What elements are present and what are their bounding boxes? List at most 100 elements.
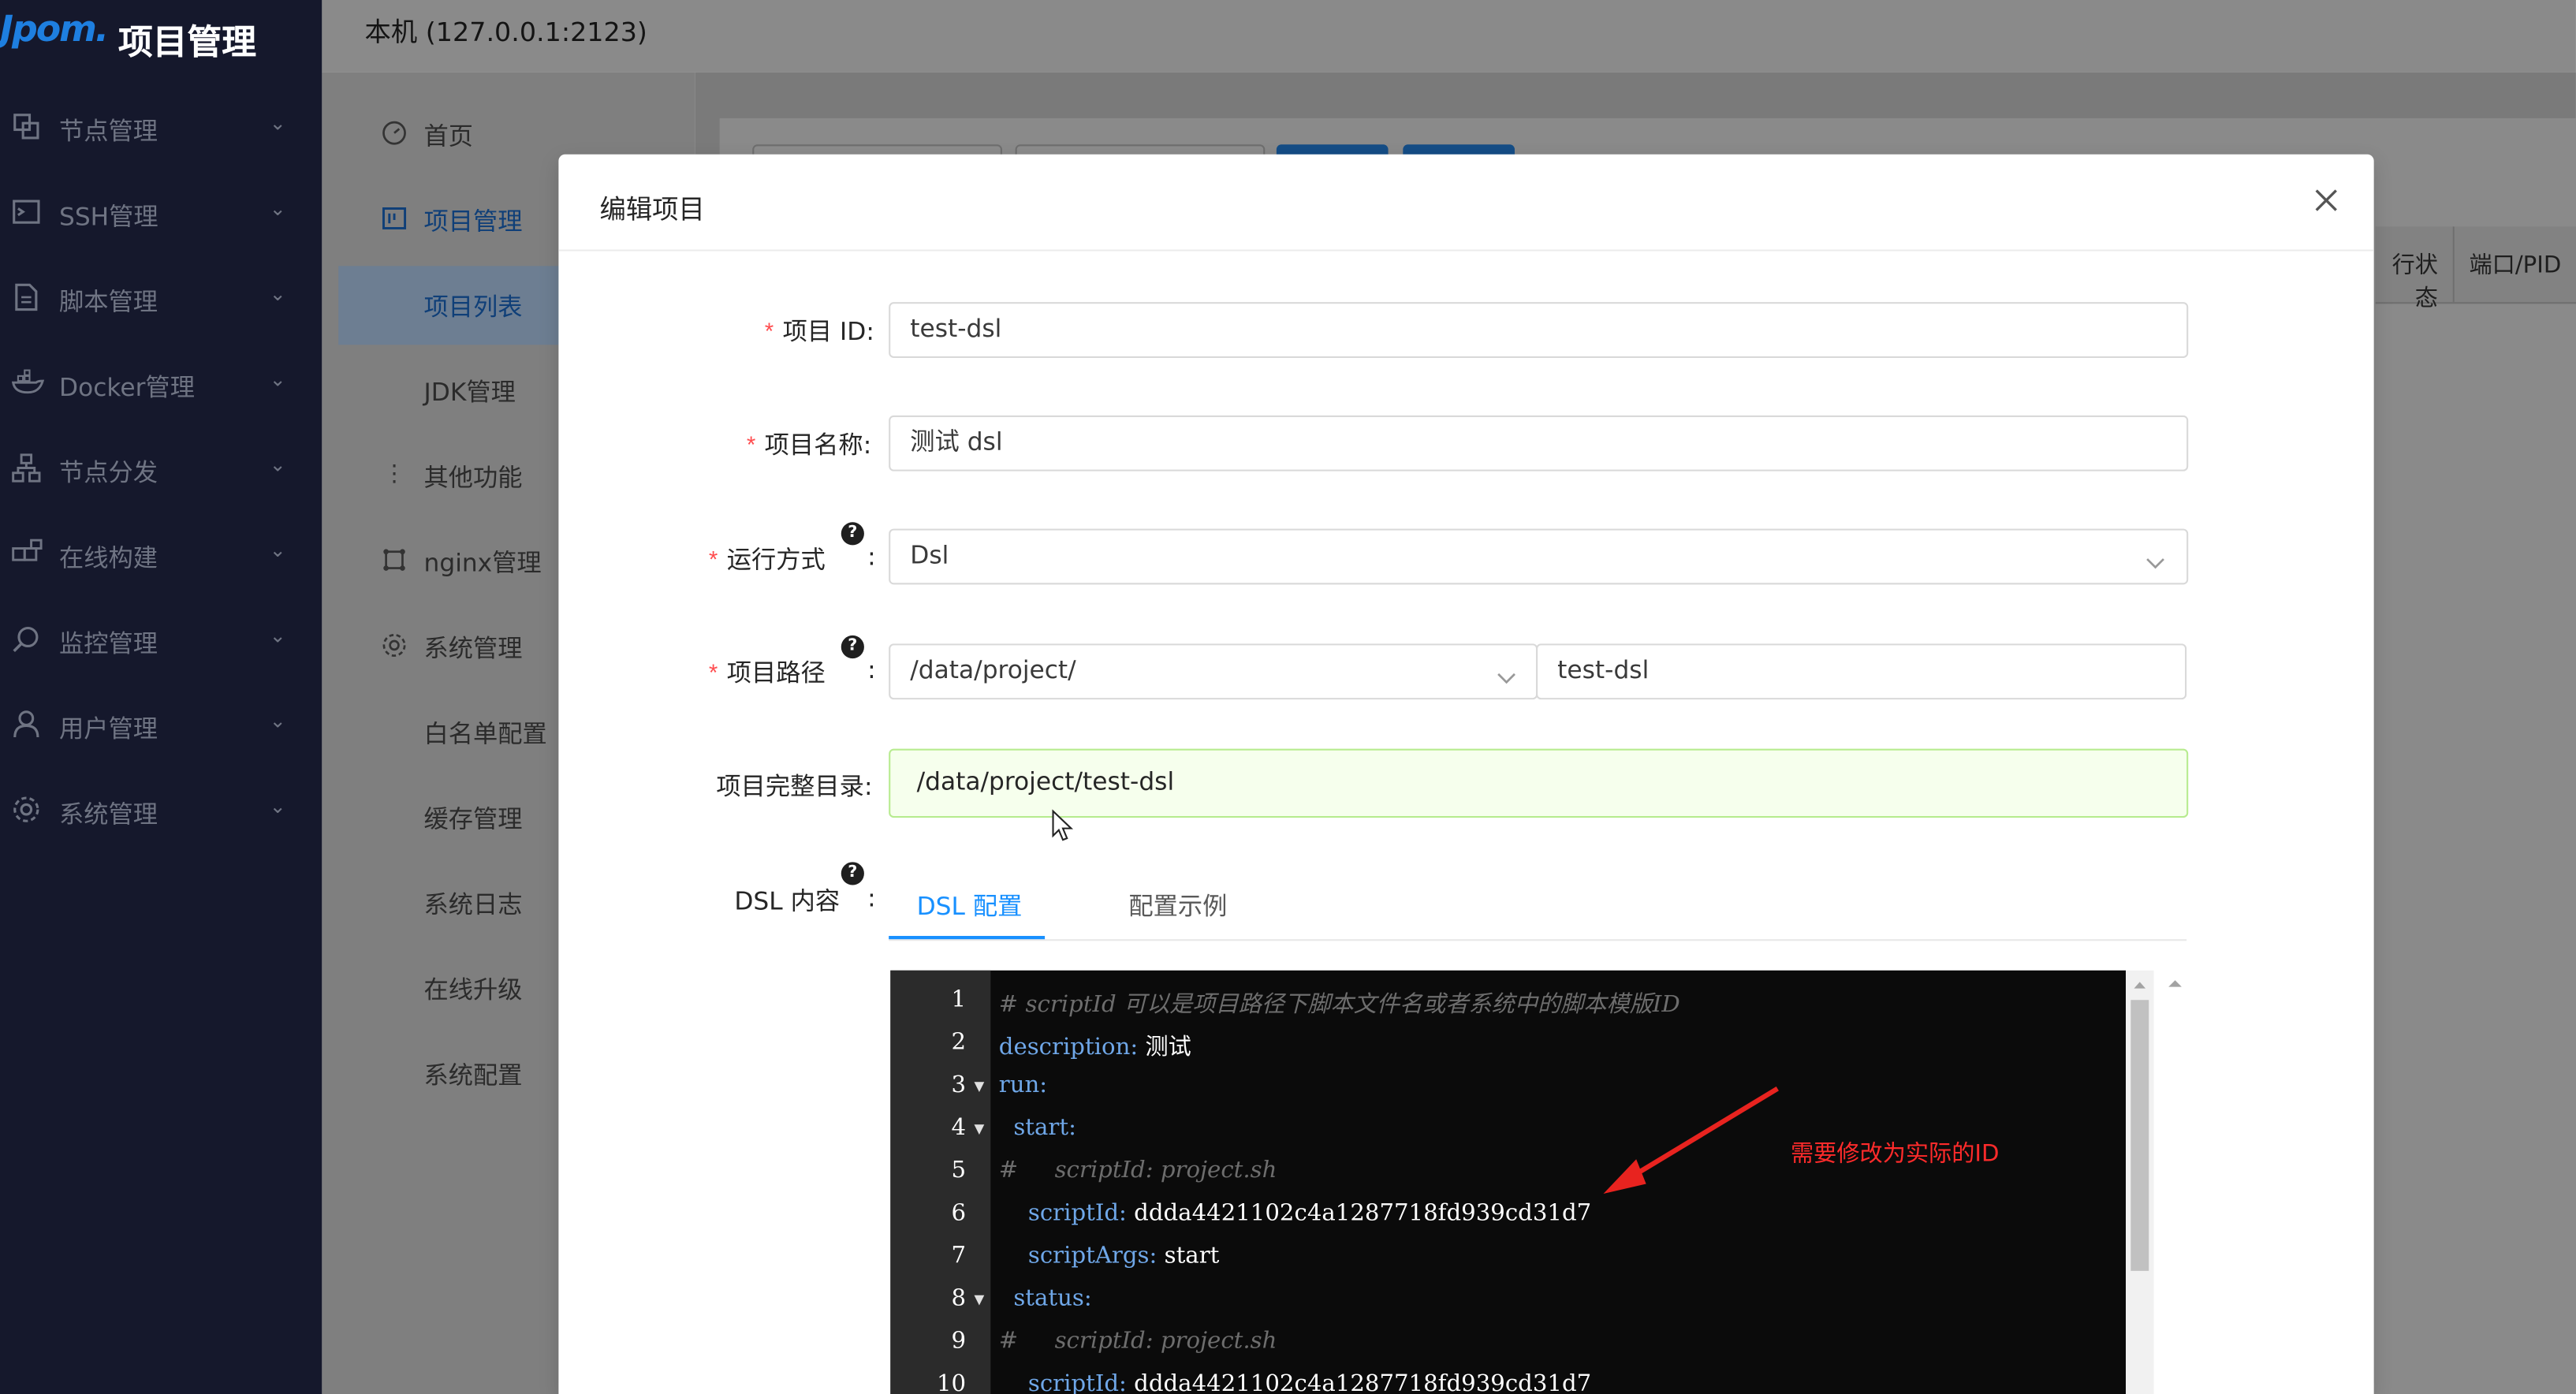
project-id-label: * 项目 ID: — [762, 314, 874, 348]
code-comment: # scriptId: project.sh — [998, 1157, 1277, 1184]
code-line: status: — [1013, 1285, 1092, 1312]
required-mark: * — [706, 663, 721, 690]
apartment-icon — [12, 453, 42, 483]
sidebar-item-label: 脚本管理 — [59, 287, 158, 317]
submenu-item-label: JDK管理 — [423, 377, 516, 408]
line-number: 3 — [951, 1072, 967, 1099]
dsl-content-label: DSL 内容 — [734, 886, 841, 917]
sidebar-item-system[interactable]: 系统管理 ⌄ — [0, 772, 322, 857]
full-dir-display: /data/project/test-dsl — [889, 748, 2189, 818]
label-colon: : — [867, 542, 876, 572]
submenu-item-label: nginx管理 — [423, 548, 542, 579]
required-mark: * — [762, 322, 777, 348]
full-dir-label: 项目完整目录: — [716, 769, 872, 803]
line-number: 7 — [951, 1243, 967, 1269]
column-divider — [2452, 226, 2455, 303]
dashboard-icon — [381, 120, 407, 146]
table-header-port: 端口/PID — [2469, 252, 2562, 280]
code-value: ddda4421102c4a1287718fd939cd31d7 — [1134, 1370, 1592, 1394]
chevron-down-icon: ⌄ — [269, 453, 286, 476]
run-mode-select[interactable]: Dsl — [889, 528, 2189, 585]
chevron-down-icon: ⌄ — [269, 794, 286, 818]
code-value: ddda4421102c4a1287718fd939cd31d7 — [1134, 1200, 1592, 1227]
line-number: 4 — [951, 1115, 967, 1142]
project-root-select[interactable]: /data/project/ — [889, 643, 1538, 700]
submenu-item-label: 系统管理 — [423, 633, 523, 664]
fold-arrow-icon[interactable]: ▼ — [975, 1292, 985, 1307]
submenu-item-label: 缓存管理 — [423, 804, 523, 834]
run-mode-value: Dsl — [910, 540, 949, 570]
submenu-item-label: 系统日志 — [423, 889, 523, 920]
required-mark: * — [706, 550, 721, 576]
sidebar-item-label: 在线构建 — [59, 543, 158, 573]
gear-icon — [381, 632, 407, 658]
sidebar-item-distribute[interactable]: 节点分发 ⌄ — [0, 430, 322, 516]
sidebar-item-node[interactable]: 节点管理 ⌄ — [0, 88, 322, 173]
fold-arrow-icon[interactable]: ▼ — [975, 1121, 985, 1136]
mouse-cursor-icon — [1052, 809, 1074, 841]
close-icon[interactable] — [2309, 184, 2343, 217]
monitor-icon — [12, 624, 42, 653]
app-logo[interactable]: Jpom. 项目管理 — [0, 0, 322, 79]
annotation-text: 需要修改为实际的ID — [1791, 1141, 2000, 1168]
sidebar-item-script[interactable]: 脚本管理 ⌄ — [0, 259, 322, 345]
sidebar-item-label: 节点管理 — [59, 116, 158, 147]
code-line: scriptArgs: start — [1027, 1243, 1220, 1269]
code-line: # scriptId 可以是项目路径下脚本文件名或者系统中的脚本模版ID — [999, 987, 1680, 1020]
sidebar-item-monitor[interactable]: 监控管理 ⌄ — [0, 601, 322, 686]
code-key: start — [1013, 1115, 1069, 1142]
edit-project-modal: 编辑项目 * 项目 ID: test-dsl * 项目名称: 测试 dsl * 运行方… — [558, 154, 2374, 1394]
code-key: scriptId — [1027, 1200, 1120, 1227]
project-dir-input[interactable]: test-dsl — [1536, 643, 2187, 700]
project-name-label: * 项目名称: — [744, 427, 872, 462]
sidebar-item-label: Docker管理 — [59, 372, 195, 403]
line-number: 8 — [951, 1285, 967, 1312]
code-comment: # scriptId: project.sh — [998, 1328, 1277, 1355]
code-key: run — [998, 1072, 1040, 1099]
sidebar-item-docker[interactable]: Docker管理 ⌄ — [0, 345, 322, 430]
chevron-down-icon — [2145, 549, 2165, 569]
label-colon: : — [863, 430, 872, 460]
scrollbar-thumb[interactable] — [2131, 1000, 2149, 1271]
modal-header — [558, 155, 2374, 252]
line-number: 9 — [951, 1328, 967, 1355]
docker-icon — [11, 367, 45, 397]
sidebar-item-user[interactable]: 用户管理 ⌄ — [0, 686, 322, 771]
sidebar-item-build[interactable]: 在线构建 ⌄ — [0, 516, 322, 601]
file-icon — [12, 282, 42, 311]
help-icon[interactable]: ? — [841, 522, 864, 546]
code-line: description: 测试 — [998, 1034, 1191, 1061]
help-icon[interactable]: ? — [841, 862, 864, 885]
tab-config-example[interactable]: 配置示例 — [1128, 889, 1227, 923]
fold-arrow-icon[interactable]: ▼ — [975, 1079, 985, 1094]
scroll-up-arrow-icon[interactable] — [2164, 971, 2186, 993]
submenu-item-label: 项目管理 — [423, 207, 523, 237]
logo-mark: Jpom. — [0, 9, 109, 51]
project-name-input[interactable]: 测试 dsl — [889, 415, 2189, 472]
node-title: 本机 (127.0.0.1:2123) — [364, 16, 647, 48]
dsl-code-editor[interactable]: 1 # scriptId 可以是项目路径下脚本文件名或者系统中的脚本模版ID 2… — [890, 970, 2127, 1394]
sidebar-item-label: 系统管理 — [59, 800, 158, 829]
sidebar-item-label: SSH管理 — [59, 202, 158, 232]
help-icon[interactable]: ? — [841, 635, 864, 659]
project-id-input[interactable]: test-dsl — [889, 302, 2189, 358]
tab-dsl-config[interactable]: DSL 配置 — [917, 889, 1023, 923]
top-header — [322, 0, 2576, 73]
sidebar-item-label: 用户管理 — [59, 714, 158, 744]
node-icon — [12, 112, 42, 141]
sidebar-item-ssh[interactable]: SSH管理 ⌄ — [0, 174, 322, 259]
code-key: description — [998, 1034, 1131, 1061]
line-number: 2 — [951, 1029, 967, 1057]
terminal-icon — [12, 197, 42, 226]
required-mark: * — [744, 434, 759, 462]
chevron-down-icon — [1497, 663, 1516, 684]
code-line: scriptId: ddda4421102c4a1287718fd939cd31… — [1027, 1200, 1592, 1227]
run-mode-label-text: 运行方式 — [726, 545, 826, 575]
gear-icon — [12, 795, 42, 824]
submenu-item-label: 首页 — [423, 121, 474, 151]
code-key: scriptId — [1027, 1370, 1120, 1394]
app-title: 项目管理 — [118, 23, 257, 63]
chevron-down-icon: ⌄ — [269, 196, 286, 221]
chevron-down-icon: ⌄ — [269, 624, 286, 647]
code-line: # scriptId: project.sh — [999, 1157, 1277, 1183]
